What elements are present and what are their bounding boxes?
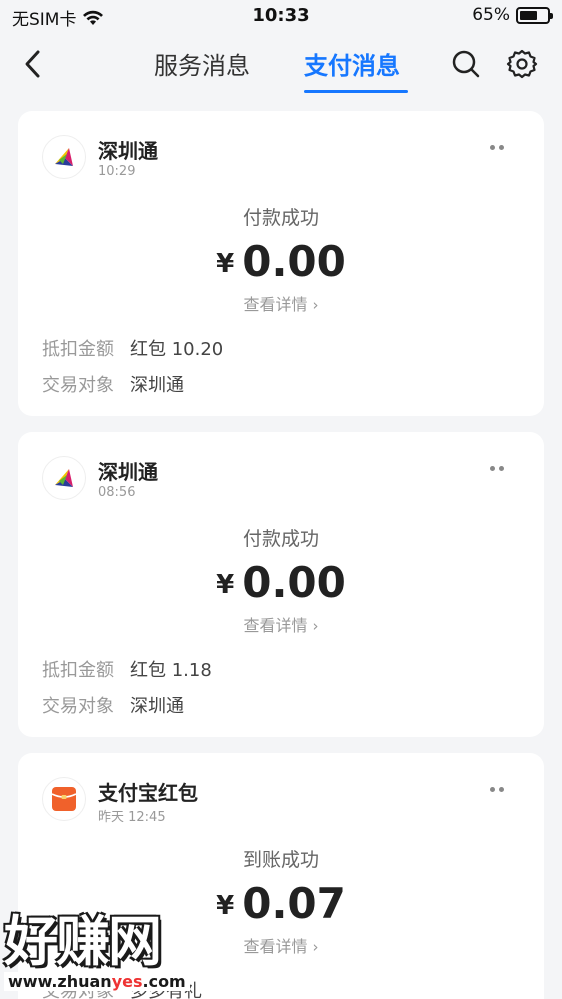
watermark-url-prefix: www.zhuan (8, 972, 112, 991)
view-details-link[interactable]: 查看详情 › (18, 612, 544, 636)
view-details-label: 查看详情 (243, 295, 308, 314)
tab-service-messages[interactable]: 服务消息 (154, 46, 250, 81)
info-row: 交易对象 深圳通 (42, 371, 184, 397)
amount-value: 0.00 (242, 558, 346, 607)
payment-status: 到账成功 (242, 849, 319, 871)
top-nav: 服务消息 支付消息 (0, 32, 562, 96)
search-icon[interactable] (450, 48, 482, 80)
watermark-url: www.zhuanyes.com (4, 972, 190, 991)
row-value: 深圳通 (130, 696, 184, 717)
info-row: 交易对象 深圳通 (42, 692, 184, 718)
merchant-name: 深圳通 (98, 139, 158, 163)
back-icon[interactable] (18, 46, 50, 82)
message-time: 10:29 (98, 164, 136, 179)
watermark-url-highlight: yes (111, 972, 143, 991)
view-details-label: 查看详情 (243, 937, 308, 956)
message-time: 08:56 (98, 485, 136, 500)
row-value: 红包 10.20 (130, 339, 224, 360)
merchant-name: 深圳通 (98, 460, 158, 484)
active-tab-indicator (304, 90, 408, 93)
payment-card[interactable]: 深圳通 08:56 付款成功 ¥0.00 查看详情 › 抵扣金额 红包 1.18… (18, 432, 544, 737)
amount-value: 0.00 (242, 237, 346, 286)
merchant-name: 支付宝红包 (98, 781, 198, 805)
payment-amount: ¥0.00 (18, 558, 544, 607)
row-label: 抵扣金额 (42, 339, 114, 360)
info-row: 抵扣金额 红包 1.18 (42, 656, 212, 682)
shenzhentong-logo-icon (42, 456, 86, 500)
status-bar: 无SIM卡 10:33 65% (0, 0, 562, 32)
shenzhentong-logo-icon (42, 135, 86, 179)
payment-status: 付款成功 (242, 528, 319, 550)
watermark: 好赚网 www.zhuanyes.com (4, 912, 204, 996)
battery-percent: 65% (472, 5, 510, 25)
battery-fill (520, 10, 537, 20)
more-icon[interactable] (490, 783, 512, 795)
row-label: 抵扣金额 (42, 660, 114, 681)
row-value: 红包 1.18 (130, 660, 212, 681)
chevron-right-icon: › (312, 296, 319, 314)
more-icon[interactable] (490, 141, 512, 153)
row-value: 深圳通 (130, 375, 184, 396)
view-details-label: 查看详情 (243, 616, 308, 635)
amount-value: 0.07 (242, 879, 346, 928)
currency-symbol: ¥ (216, 249, 235, 279)
gear-icon[interactable] (506, 48, 538, 80)
status-right: 65% (472, 5, 553, 25)
payment-amount: ¥0.00 (18, 237, 544, 286)
payment-card[interactable]: 深圳通 10:29 付款成功 ¥0.00 查看详情 › 抵扣金额 红包 10.2… (18, 111, 544, 416)
watermark-text: 好赚网 (4, 910, 162, 973)
more-icon[interactable] (490, 462, 512, 474)
row-label: 交易对象 (42, 696, 114, 717)
red-packet-icon (42, 777, 86, 821)
battery-tip (550, 12, 553, 19)
watermark-url-suffix: .com (142, 972, 186, 991)
currency-symbol: ¥ (216, 570, 235, 600)
chevron-right-icon: › (312, 938, 319, 956)
tab-payment-messages[interactable]: 支付消息 (304, 46, 400, 81)
view-details-link[interactable]: 查看详情 › (18, 291, 544, 315)
row-label: 交易对象 (42, 375, 114, 396)
payment-status: 付款成功 (242, 207, 319, 229)
message-time: 昨天 12:45 (98, 810, 166, 825)
chevron-right-icon: › (312, 617, 319, 635)
info-row: 抵扣金额 红包 10.20 (42, 335, 223, 361)
currency-symbol: ¥ (216, 891, 235, 921)
battery-icon (516, 6, 553, 24)
